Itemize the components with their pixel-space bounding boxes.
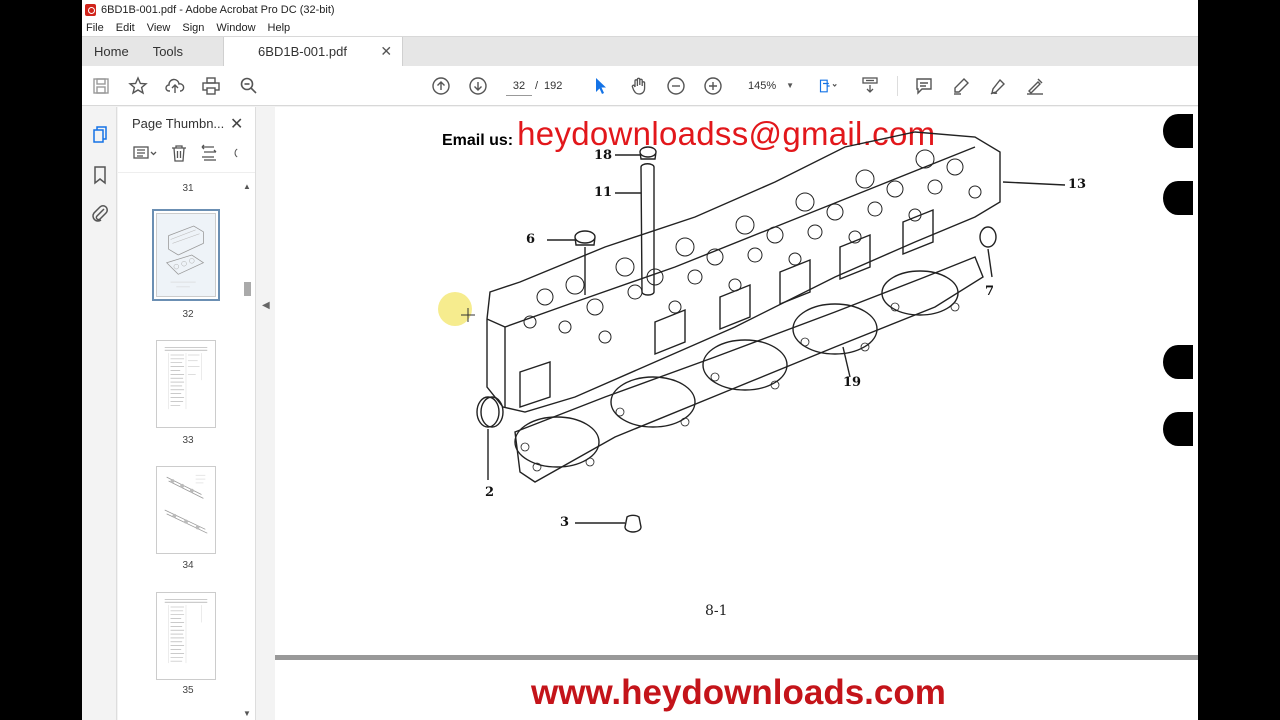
thumbnails-title: Page Thumbn... [132, 115, 225, 131]
window-title: 6BD1B-001.pdf - Adobe Acrobat Pro DC (32… [101, 3, 335, 16]
tab-home[interactable]: Home [82, 37, 141, 66]
next-page-icon[interactable] [467, 75, 489, 97]
binding-hole [1163, 412, 1193, 446]
previous-page-icon[interactable] [430, 75, 452, 97]
scrollbar-thumb[interactable] [244, 282, 251, 296]
close-tab-icon[interactable]: ✕ [380, 43, 392, 60]
left-navigation-rail [82, 107, 117, 720]
comment-icon[interactable] [913, 75, 935, 97]
draw-pen-icon[interactable] [987, 75, 1009, 97]
menu-file[interactable]: File [86, 22, 104, 34]
thumbnail-page-33[interactable] [156, 340, 216, 428]
cylinder-head-diagram [476, 131, 1066, 533]
print-icon[interactable] [200, 75, 222, 97]
tab-tools[interactable]: Tools [141, 37, 195, 66]
page-label: 8-1 [705, 603, 728, 619]
page-separator-bar [275, 655, 1198, 660]
website-watermark: www.heydownloads.com [531, 673, 946, 712]
acrobat-app-icon [85, 3, 96, 16]
menu-window[interactable]: Window [216, 22, 255, 34]
attachments-icon[interactable] [90, 203, 110, 223]
page-thumbnails-panel: Page Thumbn... ✕ 31 32 33 34 35 ▲ ▼ [118, 107, 256, 720]
callout-6: 6 [526, 232, 536, 247]
zoom-in-icon[interactable] [702, 75, 724, 97]
page-fit-icon[interactable] [813, 75, 843, 97]
tab-document-label: 6BD1B-001.pdf [258, 44, 347, 59]
thumbnails-toolbar [118, 139, 255, 173]
callout-13: 13 [1068, 177, 1087, 192]
callout-2: 2 [485, 485, 495, 500]
zoom-out-icon[interactable] [665, 75, 687, 97]
title-bar: 6BD1B-001.pdf - Adobe Acrobat Pro DC (32… [82, 0, 1198, 19]
acrobat-window: 6BD1B-001.pdf - Adobe Acrobat Pro DC (32… [82, 0, 1198, 720]
binding-hole [1163, 114, 1193, 148]
thumbnail-page-number: 31 [182, 183, 194, 194]
document-view: Email us: heydownloadss@gmail.com 18 11 … [275, 107, 1198, 720]
menu-edit[interactable]: Edit [116, 22, 135, 34]
menu-bar: File Edit View Sign Window Help [82, 19, 1198, 36]
total-pages: 192 [544, 80, 563, 92]
highlight-pen-icon[interactable] [950, 75, 972, 97]
thumbnail-page-number: 35 [182, 685, 194, 696]
callout-19: 19 [843, 375, 862, 390]
menu-view[interactable]: View [147, 22, 171, 34]
thumbnail-page-32[interactable] [152, 209, 220, 301]
thumbnails-header: Page Thumbn... ✕ [118, 107, 255, 139]
thumbnail-page-number: 32 [182, 309, 194, 320]
thumbnail-page-35[interactable] [156, 592, 216, 680]
binding-hole [1163, 181, 1193, 215]
delete-pages-icon[interactable] [170, 144, 188, 167]
crosshair-cursor-icon [461, 308, 475, 322]
thumbnails-scrollbar[interactable]: ▲ ▼ [242, 182, 252, 720]
bookmarks-icon[interactable] [90, 165, 110, 185]
zoom-level-dropdown[interactable]: 145% ▼ [736, 76, 794, 96]
bookmark-star-icon[interactable] [127, 75, 149, 97]
callout-3: 3 [560, 515, 570, 530]
tab-bar: Home Tools 6BD1B-001.pdf ✕ [82, 36, 1198, 66]
toolbar-divider [897, 76, 898, 96]
callout-18: 18 [594, 148, 613, 163]
fill-sign-icon[interactable] [1024, 75, 1046, 97]
page-thumbnails-icon[interactable] [90, 125, 110, 145]
scroll-mode-icon[interactable] [859, 75, 881, 97]
zoom-level-value: 145% [748, 80, 777, 92]
rotate-pages-icon[interactable] [200, 144, 218, 167]
toolbar: 32 / 192 145% ▼ [82, 66, 1198, 106]
binding-hole [1163, 345, 1193, 379]
thumbnail-options-icon[interactable] [132, 144, 158, 167]
select-cursor-icon[interactable] [590, 75, 612, 97]
scroll-up-arrow-icon[interactable]: ▲ [243, 182, 251, 191]
callout-7: 7 [985, 284, 995, 299]
save-icon[interactable] [90, 75, 112, 97]
chevron-down-icon: ▼ [786, 81, 794, 90]
hand-tool-icon[interactable] [628, 75, 650, 97]
thumbnail-page-number: 33 [182, 435, 194, 446]
menu-sign[interactable]: Sign [182, 22, 204, 34]
collapse-panel-arrow-icon[interactable]: ◀ [262, 300, 272, 314]
page-separator: / [535, 80, 539, 92]
close-panel-icon[interactable]: ✕ [230, 114, 243, 134]
scroll-down-arrow-icon[interactable]: ▼ [243, 709, 251, 718]
find-zoom-icon[interactable] [238, 75, 260, 97]
thumbnail-page-number: 34 [182, 560, 194, 571]
rotate-counterclockwise-icon[interactable] [230, 144, 238, 167]
menu-help[interactable]: Help [268, 22, 291, 34]
page-number-input[interactable]: 32 [506, 76, 532, 96]
callout-11: 11 [594, 185, 613, 200]
thumbnail-page-34[interactable] [156, 466, 216, 554]
upload-cloud-icon[interactable] [164, 75, 186, 97]
tab-document[interactable]: 6BD1B-001.pdf ✕ [223, 37, 404, 66]
